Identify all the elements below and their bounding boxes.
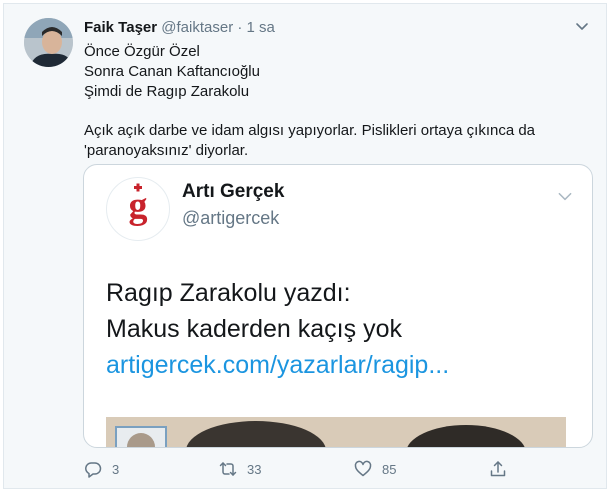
tweet-text-line: Şimdi de Ragıp Zarakolu bbox=[84, 83, 250, 100]
share-icon bbox=[490, 461, 506, 477]
chevron-down-icon bbox=[558, 192, 572, 201]
chevron-down-icon[interactable] bbox=[574, 18, 590, 34]
quoted-photo bbox=[106, 417, 566, 447]
avatar[interactable] bbox=[24, 18, 73, 67]
quoted-tweet[interactable]: g Artı Gerçek @artigercek Ragıp Zarakolu… bbox=[83, 164, 593, 448]
retweet-button[interactable]: 33 bbox=[219, 460, 261, 478]
quoted-display-name[interactable]: Artı Gerçek bbox=[182, 181, 284, 203]
tweet[interactable]: Faik Taşer @faiktaser · 1 sa Önce Özgür … bbox=[3, 3, 607, 489]
heart-icon bbox=[354, 460, 372, 477]
tweet-actions: 3 33 85 bbox=[84, 460, 524, 480]
quoted-handle[interactable]: @artigercek bbox=[182, 208, 279, 229]
artigercek-logo[interactable]: g bbox=[106, 177, 170, 241]
reply-icon bbox=[85, 462, 102, 478]
quoted-text-line: Makus kaderden kaçış yok bbox=[106, 315, 402, 343]
tweet-text: Önce Özgür Özel Sonra Canan Kaftancıoğlu… bbox=[84, 42, 584, 161]
retweet-count: 33 bbox=[247, 461, 262, 477]
quoted-image[interactable] bbox=[106, 417, 566, 447]
quoted-text-line: Ragıp Zarakolu yazdı: bbox=[106, 279, 351, 307]
share-button[interactable] bbox=[489, 460, 507, 478]
tweet-text-line: 'paranoyaksınız' diyorlar. bbox=[84, 142, 249, 159]
tweet-header: Faik Taşer @faiktaser · 1 sa bbox=[84, 19, 275, 36]
quoted-text: Ragıp Zarakolu yazdı: Makus kaderden kaç… bbox=[106, 275, 576, 383]
like-button[interactable]: 85 bbox=[354, 460, 396, 478]
reply-count: 3 bbox=[112, 461, 120, 477]
tweet-text-line: Açık açık darbe ve idam algısı yapıyorla… bbox=[84, 122, 536, 139]
tweet-text-line: Sonra Canan Kaftancıoğlu bbox=[84, 63, 260, 80]
tweet-text-line: Önce Özgür Özel bbox=[84, 43, 200, 60]
retweet-icon bbox=[219, 462, 237, 476]
artigercek-logo-mark: g bbox=[129, 183, 148, 227]
avatar-image bbox=[24, 18, 73, 67]
reply-button[interactable]: 3 bbox=[84, 460, 119, 478]
author-handle[interactable]: @faiktaser bbox=[161, 19, 233, 36]
like-count: 85 bbox=[382, 461, 397, 477]
author-display-name[interactable]: Faik Taşer bbox=[84, 19, 157, 36]
separator-dot: · bbox=[237, 19, 243, 36]
tweet-time[interactable]: 1 sa bbox=[247, 19, 275, 36]
quoted-link[interactable]: artigercek.com/yazarlar/ragip... bbox=[106, 347, 576, 383]
